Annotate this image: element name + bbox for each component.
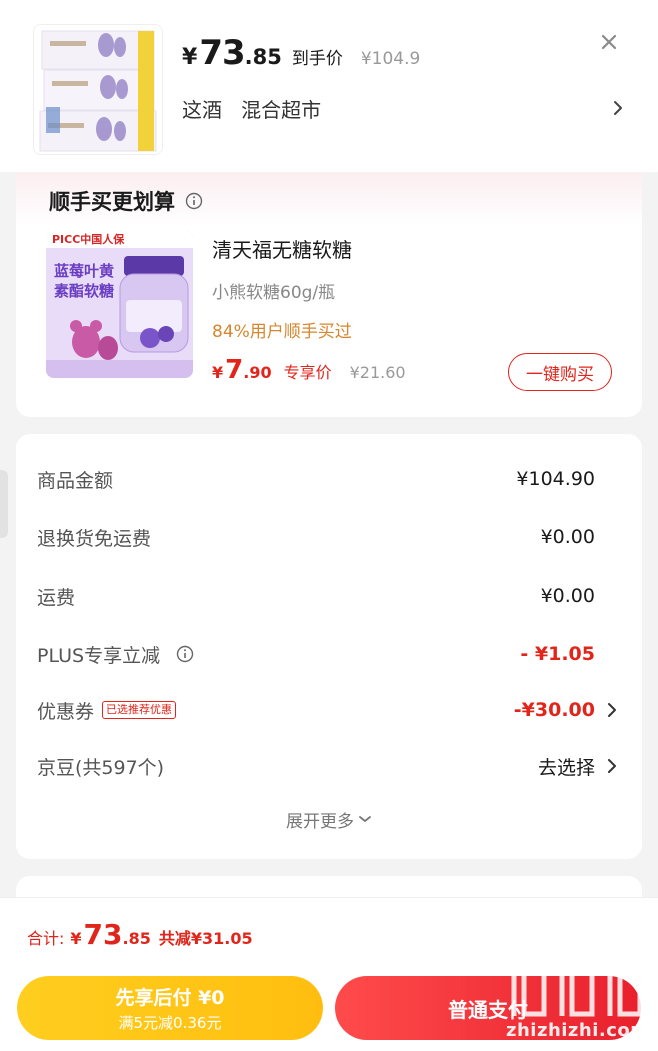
chevron-down-icon [359,816,371,822]
price-decimal: .85 [244,45,282,69]
summary-row-coupon[interactable]: 优惠券 已选推荐优惠 -¥30.00 [37,693,621,727]
row-label: 运费 [37,586,76,609]
expand-more-label: 展开更多 [286,811,354,832]
upsell-original-price: ¥21.60 [349,363,406,382]
image-brand-text: PICC中国人保 [52,232,125,246]
image-title-line2: 素酯软糖 [54,282,114,300]
normal-pay-button[interactable]: 普通支付 [335,976,641,1040]
product-thumbnail[interactable] [33,24,163,155]
upsell-title: 顺手买更划算 [49,190,175,214]
chevron-right-icon [603,699,621,721]
row-value: 去选择 [537,756,595,779]
checkout-sheet: ¥ 73 .85 到手价 ¥104.9 这酒 混合超市 顺手买更划算 PICC中… [0,0,658,1051]
normal-pay-label: 普通支付 [448,997,528,1022]
one-click-buy-button[interactable]: 一键购买 [508,353,612,391]
upsell-price-tag: 专享价 [283,363,332,382]
row-value: -¥30.00 [513,699,595,721]
price-integer: 73 [199,33,245,73]
total-decimal: .85 [122,929,151,948]
summary-row-plus-discount: PLUS专享立减 - ¥1.05 [37,637,621,671]
side-drag-handle[interactable] [0,470,8,538]
close-icon [601,34,617,50]
upsell-buyer-stat: 84%用户顺手买过 [212,322,352,342]
upsell-product-spec: 小熊软糖60g/瓶 [212,283,336,303]
info-icon[interactable] [176,645,194,663]
image-title-line1: 蓝莓叶黄 [54,262,114,280]
total-integer: 73 [83,918,123,951]
row-label: PLUS专享立减 [37,644,161,667]
summary-row-return-shipping: 退换货免运费 ¥0.00 [37,520,621,554]
product-header: ¥ 73 .85 到手价 ¥104.9 这酒 混合超市 [0,0,658,172]
chevron-right-icon [608,96,628,120]
expand-more-button[interactable]: 展开更多 [16,806,642,832]
price-currency: ¥ [182,45,198,70]
product-image [34,25,162,154]
candy-jar-image: PICC中国人保 蓝莓叶黄 素酯软糖 [46,230,193,378]
upsell-header: 顺手买更划算 [49,186,203,216]
upsell-price-decimal: .90 [243,363,272,382]
final-price: ¥ 73 .85 到手价 ¥104.9 [182,33,420,73]
row-label: 优惠券 [37,700,95,723]
checkout-bar: 合计: ¥ 73 .85 共减¥31.05 先享后付 ¥0 满5元减0.36元 … [0,897,658,1051]
total-saved: 共减¥31.05 [158,929,253,948]
row-value: ¥0.00 [540,526,595,548]
close-button[interactable] [596,29,622,55]
upsell-card: 顺手买更划算 PICC中国人保 蓝莓叶黄 素酯软糖 清天福无糖软糖 小熊软糖60… [16,172,642,417]
price-summary-card: 商品金额 ¥104.90 退换货免运费 ¥0.00 运费 ¥0.00 PLUS专… [16,434,642,859]
pay-later-label: 先享后付 ¥0 [115,987,225,1009]
row-value: - ¥1.05 [520,643,595,665]
chevron-right-icon [603,755,621,777]
upsell-product-image[interactable]: PICC中国人保 蓝莓叶黄 素酯软糖 [46,230,193,378]
shop-name: 这酒 混合超市 [182,97,322,122]
summary-row-shipping: 运费 ¥0.00 [37,579,621,613]
shop-row[interactable]: 这酒 混合超市 [182,92,628,124]
upsell-price-currency: ¥ [212,363,224,382]
info-icon[interactable] [185,192,203,210]
pay-later-promo: 满5元减0.36元 [118,1014,222,1032]
coupon-badge: 已选推荐优惠 [102,701,177,719]
row-label: 商品金额 [37,469,114,492]
row-label: 退换货免运费 [37,527,152,550]
summary-row-jingdou[interactable]: 京豆(共597个) 去选择 [37,749,621,783]
row-label: 京豆(共597个) [37,756,165,779]
total-amount: 合计: ¥ 73 .85 共减¥31.05 [27,918,253,951]
upsell-product-name[interactable]: 清天福无糖软糖 [212,234,352,263]
upsell-price: ¥ 7 .90 专享价 ¥21.60 [212,355,406,385]
total-label: 合计: [27,929,65,948]
upsell-price-integer: 7 [225,355,244,385]
row-value: ¥0.00 [540,585,595,607]
total-currency: ¥ [70,929,82,948]
original-price: ¥104.9 [360,49,421,69]
price-tag-label: 到手价 [291,49,343,69]
pay-later-button[interactable]: 先享后付 ¥0 满5元减0.36元 [17,976,323,1040]
summary-row-goods-amount: 商品金额 ¥104.90 [37,462,621,496]
row-value: ¥104.90 [516,468,595,490]
